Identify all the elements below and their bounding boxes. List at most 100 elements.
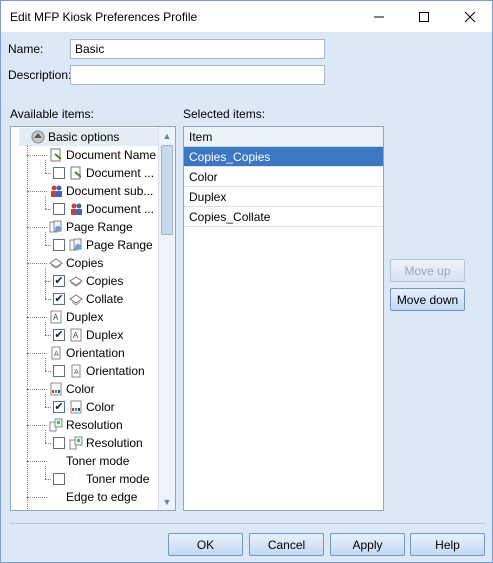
tree-item[interactable]: Document ...	[53, 164, 154, 182]
blank-icon	[49, 454, 63, 468]
tree-item[interactable]: Basic options	[31, 128, 119, 146]
tree-item[interactable]: Toner mode	[49, 452, 129, 470]
tree-connector	[45, 466, 46, 479]
tree-item[interactable]: A Orientation	[49, 344, 125, 362]
list-item[interactable]: Color	[184, 167, 383, 187]
tree-connector	[45, 371, 51, 372]
blank-icon	[49, 490, 63, 504]
tree-item-checkbox[interactable]	[53, 239, 65, 251]
tree-item-checkbox[interactable]: ✔	[53, 329, 65, 341]
tree-item-label: Document ...	[86, 166, 155, 180]
tree-item-checkbox[interactable]	[53, 365, 65, 377]
svg-text:A: A	[53, 313, 59, 322]
tree-item[interactable]: ✔ Color	[53, 398, 115, 416]
available-items-tree[interactable]: Basic options Document Name Document ... Do…	[10, 126, 176, 511]
footer-separator	[10, 523, 485, 524]
tree-item[interactable]: Document ...	[53, 200, 154, 218]
tree-item[interactable]: Page Range	[53, 236, 153, 254]
tree-item-label: Document sub...	[66, 184, 154, 198]
help-button[interactable]: Help	[410, 533, 485, 556]
tree-item-checkbox[interactable]: ✔	[53, 401, 65, 413]
tree-item-label: Edge to edge	[66, 490, 138, 504]
tree-connector	[45, 232, 46, 245]
tree-item[interactable]: Copies	[49, 254, 103, 272]
window-title: Edit MFP Kiosk Preferences Profile	[10, 10, 198, 24]
tree-connector	[45, 196, 46, 209]
selected-items-label: Selected items:	[183, 107, 266, 121]
chevron-up-icon: ▲	[162, 130, 172, 141]
move-down-button[interactable]: Move down	[390, 288, 465, 311]
list-item[interactable]: Duplex	[184, 187, 383, 207]
list-item[interactable]: Copies_Collate	[184, 207, 383, 227]
tree-scrollbar[interactable]: ▲ ▼	[158, 127, 175, 510]
tree-item[interactable]: Document sub...	[49, 182, 153, 200]
tree-item-label: Toner mode	[86, 472, 150, 486]
users-icon	[69, 202, 83, 216]
description-field[interactable]	[70, 65, 325, 85]
close-button[interactable]	[447, 1, 492, 32]
tree-item[interactable]: Resolution	[49, 416, 123, 434]
move-up-button[interactable]: Move up	[390, 259, 465, 282]
cancel-button[interactable]: Cancel	[249, 533, 324, 556]
tree-item-label: Orientation	[66, 346, 125, 360]
tree-item[interactable]: Color	[49, 380, 95, 398]
tree-item-label: Color	[66, 382, 95, 396]
copies-icon	[69, 274, 83, 288]
tree-connector	[45, 268, 46, 299]
tree-item-label: Resolution	[66, 418, 123, 432]
tree-item[interactable]: Resolution	[53, 434, 143, 452]
maximize-button[interactable]	[401, 1, 446, 32]
tree-item[interactable]: Document Name	[49, 146, 156, 164]
resolution-icon	[49, 418, 63, 432]
tree-item-checkbox[interactable]	[53, 473, 65, 485]
svg-text:A: A	[73, 331, 79, 340]
tree-item-label: Page Range	[86, 238, 153, 252]
tree-connector	[45, 394, 46, 407]
tree-connector	[45, 173, 51, 174]
tree-connector	[27, 497, 47, 498]
tree-item-label: Duplex	[66, 310, 104, 324]
tree-item[interactable]: Page Range	[49, 218, 133, 236]
tree-connector	[27, 145, 28, 510]
tree-item-checkbox[interactable]	[53, 167, 65, 179]
scroll-thumb[interactable]	[161, 145, 173, 235]
tree-item-checkbox[interactable]	[53, 203, 65, 215]
available-items-label: Available items:	[10, 107, 94, 121]
tree-item-checkbox[interactable]	[53, 437, 65, 449]
duplex-icon: A	[69, 328, 83, 342]
tree-item[interactable]: ✔ Copies	[53, 272, 123, 290]
color-icon	[49, 382, 63, 396]
tree-connector	[45, 209, 51, 210]
scroll-up-button[interactable]: ▲	[159, 127, 175, 144]
tree-item[interactable]: ✔ A Duplex	[53, 326, 123, 344]
duplex-icon: A	[49, 310, 63, 324]
tree-item-label: Collate	[86, 292, 124, 306]
list-item[interactable]: Copies_Copies	[184, 147, 383, 167]
tree-item-label: Duplex	[86, 328, 124, 342]
name-field[interactable]: Basic	[70, 39, 325, 59]
resolution-icon	[69, 436, 83, 450]
tree-item[interactable]: Toner mode	[53, 470, 149, 488]
scroll-down-button[interactable]: ▼	[159, 493, 175, 510]
list-column-header[interactable]: Item	[184, 127, 383, 147]
tree-item[interactable]: ✔ Collate	[53, 290, 123, 308]
selected-items-list[interactable]: Item Copies_Copies Color Duplex Copies_C…	[183, 126, 384, 511]
tree-item[interactable]: Edge to edge	[49, 488, 137, 506]
apply-button[interactable]: Apply	[330, 533, 405, 556]
tree-item[interactable]: A Orientation	[53, 362, 145, 380]
tree-item-label: Document Name	[66, 148, 157, 162]
blank-icon	[69, 472, 83, 486]
description-label: Description:	[8, 68, 72, 82]
minimize-button[interactable]	[356, 1, 401, 32]
tree-item-label: Page Range	[66, 220, 133, 234]
document-name-icon	[69, 166, 83, 180]
tree-item-label: Orientation	[86, 364, 145, 378]
tree-item-checkbox[interactable]: ✔	[53, 293, 65, 305]
tree-item-label: Copies	[66, 256, 104, 270]
ok-button[interactable]: OK	[168, 533, 243, 556]
tree-connector	[45, 245, 51, 246]
maximize-icon	[418, 11, 429, 22]
tree-item-checkbox[interactable]: ✔	[53, 275, 65, 287]
tree-item[interactable]: A Duplex	[49, 308, 103, 326]
tree-connector	[45, 358, 46, 371]
